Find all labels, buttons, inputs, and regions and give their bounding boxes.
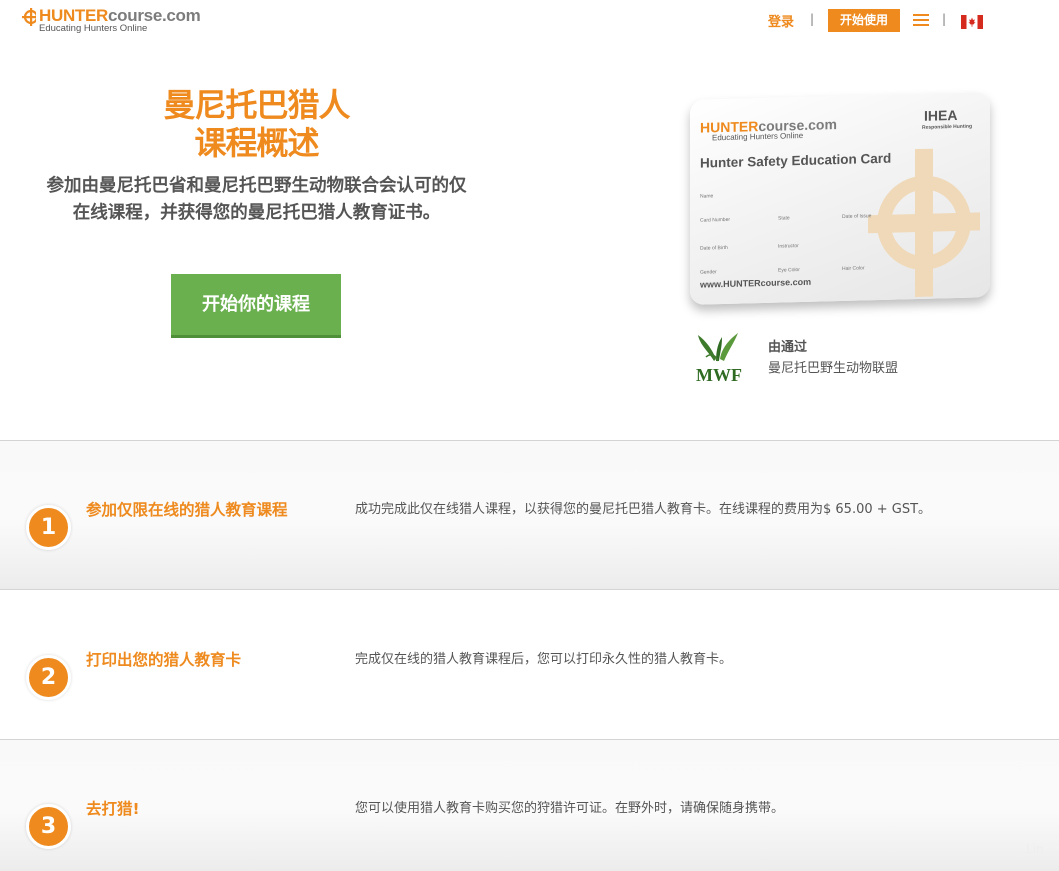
login-link[interactable]: 登录	[768, 11, 794, 30]
mwf-logo-icon: MWF	[696, 333, 742, 385]
step-row: 2 打印出您的猎人教育卡 完成仅在线的猎人教育课程后，您可以打印永久性的猎人教育…	[0, 589, 1059, 739]
hero-description-line: 参加由曼尼托巴省和曼尼托巴野生动物联合会认可的仅	[46, 176, 467, 196]
card-title: Hunter Safety Education Card	[700, 150, 892, 171]
card-field-label: Date of Birth	[700, 244, 728, 252]
step-description: 成功完成此仅在线猎人课程，以获得您的曼尼托巴猎人教育卡。在线课程的费用为$ 65…	[355, 502, 932, 517]
crosshair-watermark-icon	[868, 148, 980, 298]
card-field-label: State	[778, 215, 790, 222]
step-number-badge: 1	[26, 505, 71, 550]
watermark-text: Lin	[1026, 842, 1044, 856]
card-field-label: Eye Color	[778, 267, 800, 274]
step-description: 您可以使用猎人教育卡购买您的狩猎许可证。在野外时，请确保随身携带。	[355, 801, 785, 816]
canada-flag-icon[interactable]	[961, 15, 983, 29]
card-field-label: Name	[700, 193, 714, 200]
card-field-label: Instructor	[778, 243, 799, 250]
hero-description: 参加由曼尼托巴省和曼尼托巴野生动物联合会认可的仅 在线课程，并获得您的曼尼托巴猎…	[20, 173, 493, 227]
step-title: 打印出您的猎人教育卡	[86, 651, 242, 669]
partner-by-label: 由通过	[768, 340, 808, 355]
partner-name: 曼尼托巴野生动物联盟	[768, 361, 899, 376]
nav-separator: |	[942, 12, 947, 26]
nav-separator: |	[810, 12, 815, 26]
svg-text:MWF: MWF	[696, 365, 742, 385]
card-url: www.HUNTERcourse.com	[700, 276, 812, 290]
card-field-label: Gender	[700, 269, 717, 276]
site-header: HUNTERcourse.com Educating Hunters Onlin…	[0, 0, 1059, 42]
step-number-badge: 2	[26, 655, 71, 700]
logo-tagline: Educating Hunters Online	[39, 23, 148, 34]
ihea-tagline: Responsible Hunting	[922, 123, 972, 131]
site-logo[interactable]: HUNTERcourse.com Educating Hunters Onlin…	[22, 6, 201, 36]
page-title: 曼尼托巴猎人 课程概述	[40, 86, 473, 162]
get-started-button[interactable]: 开始使用	[828, 9, 900, 32]
card-field-label: Date of Issue	[842, 213, 872, 220]
page-title-line: 曼尼托巴猎人	[163, 86, 350, 124]
card-logo-tagline: Educating Hunters Online	[712, 130, 804, 143]
card-field-label: Hair Color	[842, 265, 865, 272]
card-field-label: Card Number	[700, 216, 731, 224]
step-title: 参加仅限在线的猎人教育课程	[86, 501, 288, 519]
step-row: 1 参加仅限在线的猎人教育课程 成功完成此仅在线猎人课程，以获得您的曼尼托巴猎人…	[0, 440, 1059, 590]
hero-description-line: 在线课程，并获得您的曼尼托巴猎人教育证书。	[72, 203, 441, 223]
step-number-badge: 3	[26, 804, 71, 849]
start-course-button[interactable]: 开始你的课程	[171, 274, 341, 338]
hunter-education-card-image: HUNTERcourse.com Educating Hunters Onlin…	[690, 92, 992, 310]
page-title-line: 课程概述	[194, 124, 319, 162]
step-description: 完成仅在线的猎人教育课程后，您可以打印永久性的猎人教育卡。	[355, 652, 733, 667]
hamburger-menu-icon[interactable]	[913, 14, 929, 27]
step-row: 3 去打猎! 您可以使用猎人教育卡购买您的狩猎许可证。在野外时，请确保随身携带。	[0, 739, 1059, 871]
card-face: HUNTERcourse.com Educating Hunters Onlin…	[690, 92, 990, 305]
ihea-logo: IHEA	[924, 106, 958, 124]
crosshair-logo-icon	[22, 8, 36, 26]
step-title: 去打猎!	[86, 800, 140, 818]
